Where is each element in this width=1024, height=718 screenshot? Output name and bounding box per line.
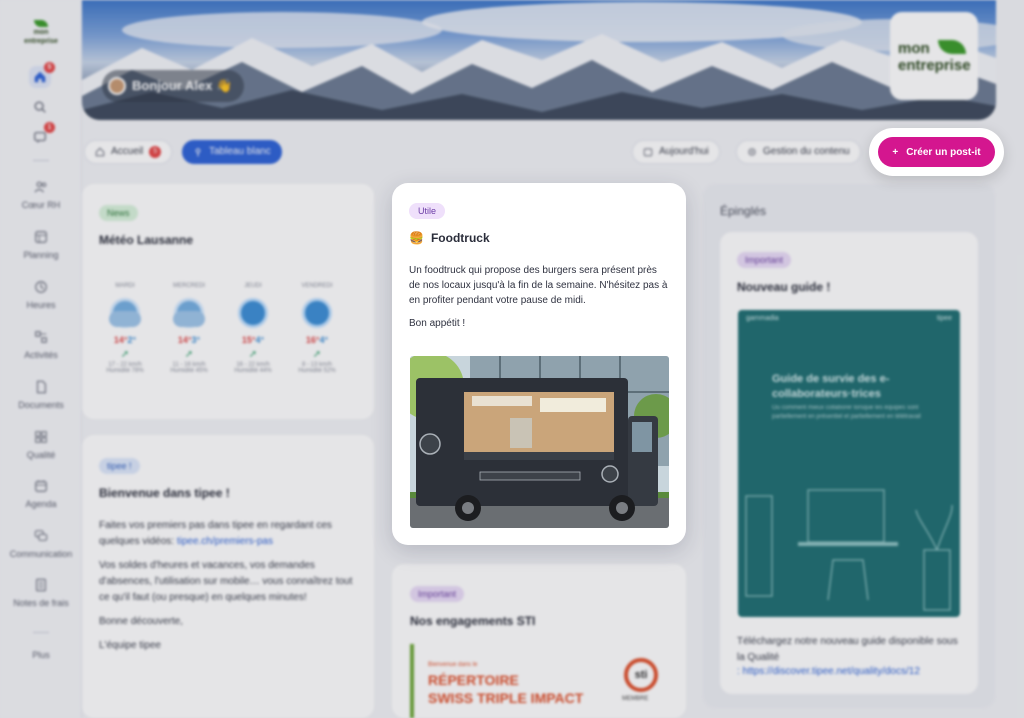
create-post-it-button[interactable]: + Créer un post-it: [878, 137, 995, 167]
foodtruck-closing: Bon appétit !: [409, 318, 466, 329]
foodtruck-description: Un foodtruck qui propose des burgers ser…: [409, 265, 668, 306]
burger-icon: 🍔: [409, 231, 424, 245]
create-post-it-label: Créer un post-it: [906, 146, 981, 158]
foodtruck-title-text: Foodtruck: [430, 231, 490, 245]
foodtruck-card[interactable]: Utile 🍔 Foodtruck Un foodtruck qui propo…: [392, 183, 686, 545]
foodtruck-title: 🍔 Foodtruck: [409, 231, 669, 245]
plus-icon: +: [892, 146, 899, 158]
foodtruck-photo: [410, 356, 669, 528]
utile-tag: Utile: [409, 203, 446, 219]
